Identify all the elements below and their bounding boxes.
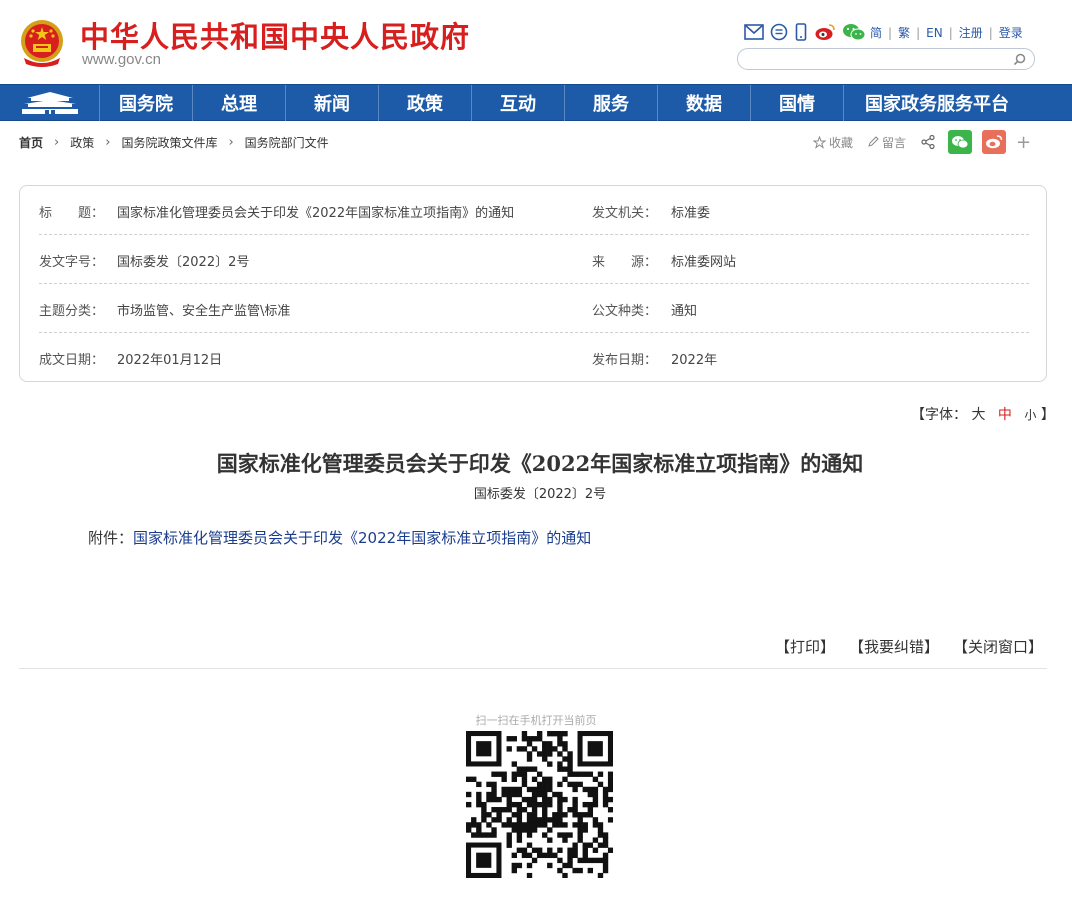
- site-url[interactable]: www.gov.cn: [82, 51, 161, 68]
- qr-code-image: [466, 731, 613, 878]
- breadcrumb-policy-library[interactable]: 国务院政策文件库: [121, 134, 217, 151]
- site-header: 中华人民共和国中央人民政府 www.gov.cn 简 | 繁 | EN | 注册…: [0, 0, 1072, 84]
- breadcrumb-policy[interactable]: 政策: [70, 134, 94, 151]
- star-icon: [813, 135, 826, 149]
- font-size-bracket: 】: [1040, 407, 1055, 423]
- main-nav: 国务院 总理 新闻 政策 互动 服务 数据 国情 国家政务服务平台: [0, 84, 1072, 121]
- message-label: 留言: [882, 135, 907, 150]
- tiananmen-icon: [21, 92, 78, 114]
- nav-item-services[interactable]: 服务: [565, 85, 658, 121]
- share-icon[interactable]: [920, 134, 936, 150]
- print-button[interactable]: 【打印】: [775, 636, 835, 657]
- mail-icon[interactable]: [744, 24, 764, 40]
- info-label: 成文日期：: [39, 353, 105, 368]
- share-weibo-button[interactable]: [982, 130, 1007, 154]
- breadcrumb-department-docs[interactable]: 国务院部门文件: [245, 134, 329, 151]
- chevron-right-icon: ›: [54, 135, 60, 150]
- attachment-label: 附件：: [88, 529, 134, 547]
- divider: [19, 668, 1047, 669]
- info-row: 发文字号： 国标委发〔2022〕2号 来 源： 标准委网站: [39, 235, 1029, 284]
- info-label: 标 题：: [39, 206, 105, 221]
- info-row: 标 题： 国家标准化管理委员会关于印发《2022年国家标准立项指南》的通知 发文…: [39, 186, 1029, 235]
- login-link[interactable]: 登录: [999, 24, 1023, 41]
- info-row: 主题分类： 市场监管、安全生产监管\标准 公文种类： 通知: [39, 284, 1029, 333]
- page-actions: 【打印】 【我要纠错】 【关闭窗口】: [775, 636, 1043, 657]
- search-box: [737, 48, 1035, 70]
- font-size-medium[interactable]: 中: [998, 407, 1012, 423]
- favorite-button[interactable]: 收藏: [813, 134, 853, 151]
- info-label: 公文种类：: [592, 304, 658, 319]
- separator: |: [916, 25, 921, 40]
- search-input[interactable]: [748, 50, 1008, 70]
- nav-item-national-conditions[interactable]: 国情: [751, 85, 844, 121]
- breadcrumb-home[interactable]: 首页: [19, 134, 43, 151]
- nav-item-policy[interactable]: 政策: [379, 85, 472, 121]
- pencil-icon: [868, 136, 879, 147]
- font-size-large[interactable]: 大: [971, 407, 985, 423]
- document-number: 国标委发〔2022〕2号: [473, 487, 607, 502]
- info-value: 市场监管、安全生产监管\标准: [117, 304, 291, 319]
- info-label: 主题分类：: [39, 304, 105, 319]
- breadcrumb: 首页 › 政策 › 国务院政策文件库 › 国务院部门文件: [19, 134, 329, 151]
- nav-item-data[interactable]: 数据: [658, 85, 751, 121]
- info-value: 通知: [671, 304, 698, 319]
- wechat-icon: [952, 136, 969, 149]
- info-label: 发文字号：: [39, 255, 105, 270]
- info-value: 标准委: [671, 206, 711, 221]
- message-button[interactable]: 留言: [867, 134, 906, 151]
- chevron-right-icon: ›: [228, 135, 234, 150]
- info-value: 2022年01月12日: [117, 353, 223, 368]
- info-value: 国家标准化管理委员会关于印发《2022年国家标准立项指南》的通知: [117, 206, 515, 221]
- more-share-icon[interactable]: +: [1016, 132, 1031, 153]
- separator: |: [948, 25, 953, 40]
- site-title[interactable]: 中华人民共和国中央人民政府: [80, 14, 470, 56]
- font-size-label: 【字体：: [911, 407, 967, 423]
- info-value: 国标委发〔2022〕2号: [117, 255, 250, 270]
- nav-item-news[interactable]: 新闻: [286, 85, 379, 121]
- info-row: 成文日期： 2022年01月12日 发布日期： 2022年: [39, 333, 1029, 382]
- info-label: 发布日期：: [592, 353, 658, 368]
- weibo-icon[interactable]: [814, 23, 836, 41]
- lang-simplified-link[interactable]: 简: [870, 24, 882, 41]
- weibo-icon: [986, 135, 1003, 149]
- nav-item-interaction[interactable]: 互动: [472, 85, 565, 121]
- document-title: 国家标准化管理委员会关于印发《2022年国家标准立项指南》的通知: [216, 451, 864, 476]
- page-tools: 收藏 留言 +: [813, 130, 1031, 154]
- nav-item-premier[interactable]: 总理: [193, 85, 286, 121]
- close-window-button[interactable]: 【关闭窗口】: [953, 636, 1043, 657]
- register-link[interactable]: 注册: [959, 24, 983, 41]
- qr-caption: 扫一扫在手机打开当前页: [475, 714, 597, 727]
- attachment: 附件：国家标准化管理委员会关于印发《2022年国家标准立项指南》的通知: [88, 527, 591, 548]
- lang-traditional-link[interactable]: 繁: [898, 24, 910, 41]
- info-label: 发文机关：: [592, 206, 658, 221]
- nav-item-state-council[interactable]: 国务院: [100, 85, 193, 121]
- share-wechat-button[interactable]: [948, 130, 973, 154]
- chat-icon[interactable]: [770, 23, 788, 41]
- separator: |: [888, 25, 893, 40]
- wechat-icon[interactable]: [842, 23, 866, 41]
- separator: |: [988, 25, 993, 40]
- info-value: 标准委网站: [671, 255, 737, 270]
- font-size-small[interactable]: 小: [1024, 408, 1036, 422]
- chevron-right-icon: ›: [105, 135, 111, 150]
- favorite-label: 收藏: [829, 135, 854, 150]
- document-info-table: 标 题： 国家标准化管理委员会关于印发《2022年国家标准立项指南》的通知 发文…: [19, 185, 1047, 382]
- search-icon[interactable]: [1013, 53, 1026, 66]
- lang-english-link[interactable]: EN: [926, 26, 943, 40]
- mobile-icon[interactable]: [794, 23, 808, 41]
- nav-item-service-platform[interactable]: 国家政务服务平台: [844, 85, 1030, 121]
- attachment-link[interactable]: 国家标准化管理委员会关于印发《2022年国家标准立项指南》的通知: [133, 529, 591, 547]
- info-label: 来 源：: [592, 255, 658, 270]
- top-icon-bar: [744, 22, 866, 42]
- nav-home-button[interactable]: [0, 85, 100, 121]
- report-error-button[interactable]: 【我要纠错】: [849, 636, 939, 657]
- info-value: 2022年: [671, 353, 718, 368]
- language-links: 简 | 繁 | EN | 注册 | 登录: [870, 24, 1023, 41]
- font-size-control: 【字体： 大 中 小 】: [911, 404, 1055, 424]
- national-emblem-icon[interactable]: [18, 18, 66, 68]
